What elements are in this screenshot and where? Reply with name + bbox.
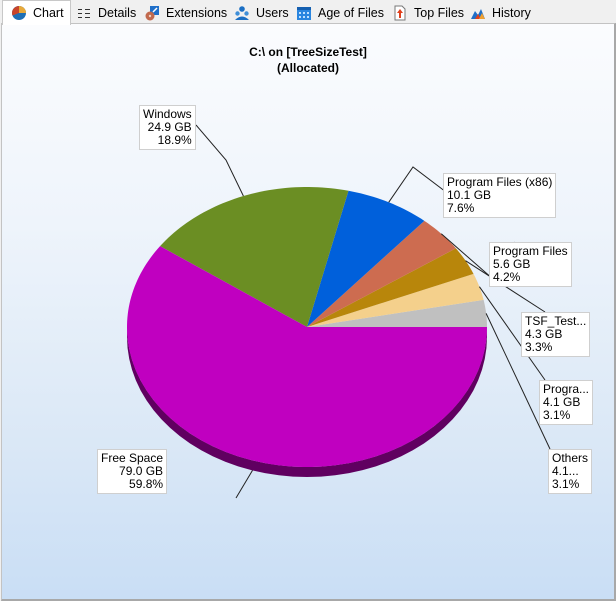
slice-label: Free Space 79.0 GB 59.8% <box>97 449 168 494</box>
slice-percent: 3.1% <box>543 408 571 422</box>
pie-chart <box>127 124 551 499</box>
leader-line <box>235 470 253 499</box>
pie-chart-icon <box>11 5 27 21</box>
leader-line <box>195 124 244 197</box>
tab-label: Chart <box>33 6 64 20</box>
slice-label: Others 4.1... 3.1% <box>548 449 593 494</box>
slice-percent: 3.1% <box>552 477 580 491</box>
slice-label: Progra... 4.1 GB 3.1% <box>539 380 594 425</box>
slice-label: TSF_Test... 4.3 GB 3.3% <box>521 312 591 357</box>
slice-percent: 4.2% <box>493 270 521 284</box>
leader-line <box>388 166 447 203</box>
slice-percent: 18.9% <box>157 133 192 147</box>
slice-label: Program Files 5.6 GB 4.2% <box>489 242 572 287</box>
slice-percent: 59.8% <box>129 477 164 491</box>
slice-label: Windows 24.9 GB 18.9% <box>139 105 196 150</box>
slice-percent: 7.6% <box>447 201 475 215</box>
slice-percent: 3.3% <box>525 340 553 354</box>
tab-chart[interactable]: Chart <box>2 0 71 25</box>
slice-label: Program Files (x86) 10.1 GB 7.6% <box>443 173 557 218</box>
